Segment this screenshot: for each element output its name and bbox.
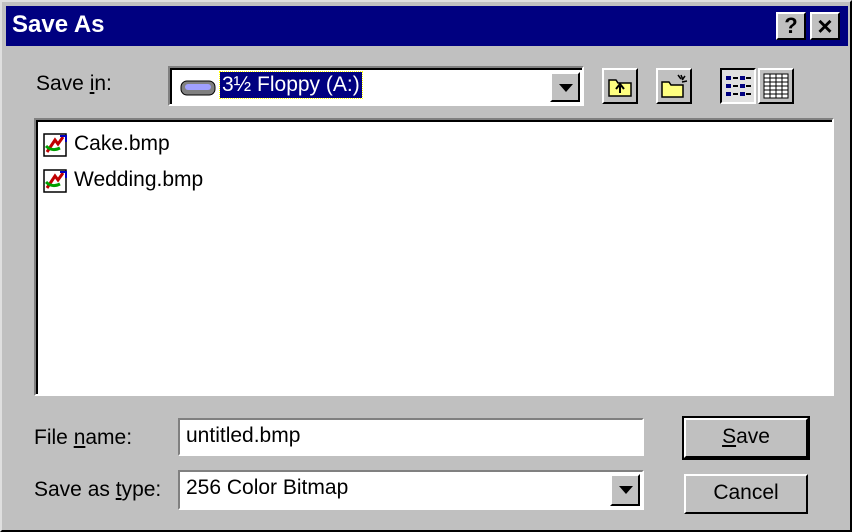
bitmap-file-icon — [43, 133, 67, 157]
details-view-button[interactable] — [758, 68, 794, 104]
save-button[interactable]: Save — [682, 416, 810, 460]
save-in-label: Save in: — [36, 72, 112, 95]
floppy-drive-icon — [180, 80, 216, 96]
save-as-type-dropdown[interactable]: 256 Color Bitmap — [178, 470, 644, 510]
file-list[interactable]: Cake.bmp Wedding.bmp — [34, 118, 834, 396]
help-button[interactable]: ? — [776, 12, 806, 40]
save-as-dialog: Save As ? × Save in: 3½ Floppy (A:) Cake… — [0, 0, 852, 532]
details-view-icon — [763, 73, 789, 99]
up-one-level-button[interactable] — [602, 68, 638, 104]
save-as-type-value: 256 Color Bitmap — [186, 476, 349, 499]
chevron-down-icon — [559, 84, 573, 92]
save-as-type-label: Save as type: — [34, 478, 162, 501]
file-name-label: File name: — [34, 426, 133, 449]
list-view-icon — [726, 76, 751, 96]
bitmap-file-icon — [43, 169, 67, 193]
save-as-type-dropdown-button[interactable] — [610, 474, 640, 506]
file-name-field[interactable]: untitled.bmp — [178, 418, 644, 456]
file-name: Wedding.bmp — [74, 168, 204, 191]
save-in-value: 3½ Floppy (A:) — [219, 71, 363, 99]
save-in-dropdown[interactable]: 3½ Floppy (A:) — [168, 66, 584, 106]
file-name-value: untitled.bmp — [186, 424, 301, 447]
window-title: Save As — [12, 11, 105, 38]
save-in-dropdown-button[interactable] — [550, 72, 580, 102]
title-bar[interactable]: Save As ? × — [6, 6, 848, 46]
up-one-level-icon — [608, 79, 632, 97]
chevron-down-icon — [619, 486, 633, 494]
file-name: Cake.bmp — [74, 132, 170, 155]
list-view-button[interactable] — [720, 68, 756, 104]
cancel-button[interactable]: Cancel — [684, 474, 808, 514]
new-folder-icon — [661, 74, 688, 98]
create-new-folder-button[interactable] — [656, 68, 692, 104]
close-button[interactable]: × — [810, 12, 840, 40]
